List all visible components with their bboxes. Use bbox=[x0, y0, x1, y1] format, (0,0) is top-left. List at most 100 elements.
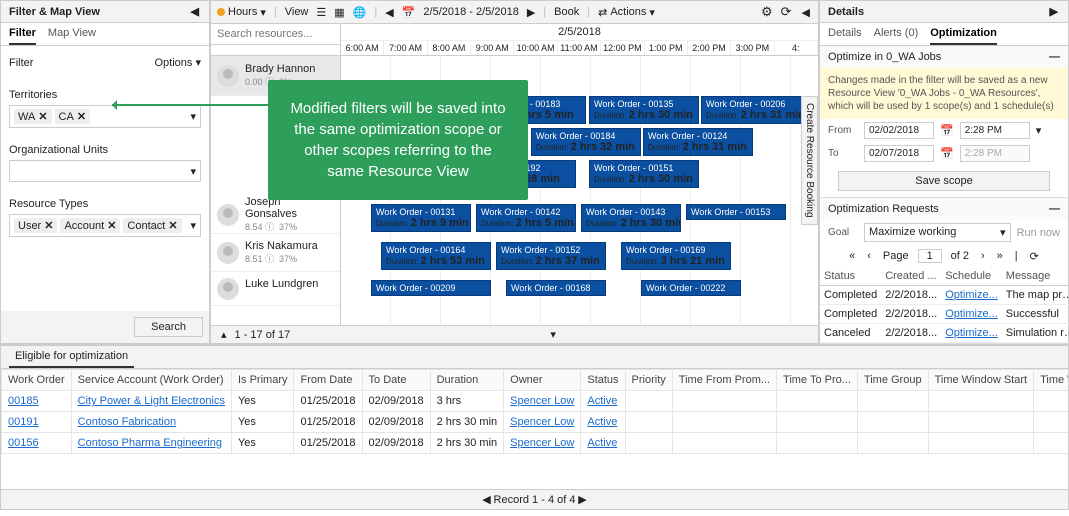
work-order-block[interactable]: Work Order - 00124Duration: 2 hrs 31 min bbox=[643, 128, 753, 156]
collapse-section-icon[interactable]: — bbox=[1049, 51, 1060, 63]
column-header[interactable]: Status bbox=[581, 370, 625, 391]
work-order-block[interactable]: Work Order - 00131Duration: 2 hrs 9 min bbox=[371, 204, 471, 232]
account-link[interactable]: Contoso Pharma Engineering bbox=[78, 437, 222, 449]
work-order-link[interactable]: 00185 bbox=[8, 395, 39, 407]
collapse-right-icon[interactable]: ▶ bbox=[1048, 5, 1060, 18]
work-order-block[interactable]: Work Order - 00184Duration: 2 hrs 32 min bbox=[531, 128, 641, 156]
work-order-block[interactable]: Work Order - 00222 bbox=[641, 280, 741, 296]
actions-dropdown[interactable]: ⇄ Actions ▾ bbox=[598, 6, 655, 19]
hours-dropdown[interactable]: Hours ▾ bbox=[217, 6, 266, 19]
status-link[interactable]: Active bbox=[587, 416, 617, 428]
tab-optimization[interactable]: Optimization bbox=[930, 23, 997, 45]
record-prev-icon[interactable]: ◀ bbox=[482, 494, 490, 506]
work-order-block[interactable]: Work Order - 00206Duration: 2 hrs 31 min bbox=[701, 96, 811, 124]
work-order-block[interactable]: Work Order - 00168 bbox=[506, 280, 606, 296]
work-order-block[interactable]: Work Order - 00153 bbox=[686, 204, 786, 220]
column-header[interactable]: Owner bbox=[504, 370, 581, 391]
owner-link[interactable]: Spencer Low bbox=[510, 395, 574, 407]
column-header[interactable]: Time From Prom... bbox=[672, 370, 776, 391]
tab-details[interactable]: Details bbox=[828, 23, 862, 45]
chevron-down-icon[interactable]: ▾ bbox=[190, 165, 196, 178]
table-row[interactable]: Completed2/2/2018...Optimize...The map p… bbox=[820, 286, 1069, 305]
create-resource-booking-panel[interactable]: Create Resource Booking bbox=[801, 96, 818, 225]
tab-map-view[interactable]: Map View bbox=[48, 23, 96, 45]
view-globe-icon[interactable]: 🌐 bbox=[353, 6, 367, 19]
to-date-input[interactable] bbox=[864, 145, 934, 162]
territories-input[interactable]: WA✕ CA✕ ▾ bbox=[9, 105, 201, 128]
tab-alerts[interactable]: Alerts (0) bbox=[874, 23, 919, 45]
page-input[interactable] bbox=[918, 249, 942, 263]
column-header[interactable]: To Date bbox=[362, 370, 430, 391]
column-header[interactable]: Time Window End bbox=[1034, 370, 1068, 391]
column-header[interactable]: Is Primary bbox=[231, 370, 294, 391]
column-header[interactable]: Created ... bbox=[881, 267, 941, 286]
save-scope-button[interactable]: Save scope bbox=[838, 171, 1050, 191]
next-date-icon[interactable]: ▶ bbox=[527, 6, 535, 19]
work-order-block[interactable]: Work Order - 00143Duration: 2 hrs 30 min bbox=[581, 204, 681, 232]
column-header[interactable]: Service Account (Work Order) bbox=[71, 370, 231, 391]
view-grid-icon[interactable]: ▦ bbox=[334, 6, 344, 19]
work-order-block[interactable]: Work Order - 00135Duration: 2 hrs 30 min bbox=[589, 96, 699, 124]
org-units-input[interactable]: ▾ bbox=[9, 160, 201, 182]
search-resources-input[interactable] bbox=[211, 24, 340, 45]
refresh-icon[interactable]: ⟳ bbox=[1027, 250, 1042, 263]
collapse-section-icon[interactable]: — bbox=[1049, 203, 1060, 215]
refresh-icon[interactable]: ⟳ bbox=[781, 4, 792, 20]
remove-tag-icon[interactable]: ✕ bbox=[44, 219, 53, 232]
work-order-block[interactable]: Work Order - 00152Duration: 2 hrs 37 min bbox=[496, 242, 606, 270]
work-order-block[interactable]: Work Order - 00209 bbox=[371, 280, 491, 296]
work-order-link[interactable]: 00156 bbox=[8, 437, 39, 449]
work-order-block[interactable]: Work Order - 00151Duration: 2 hrs 30 min bbox=[589, 160, 699, 188]
tab-filter[interactable]: Filter bbox=[9, 23, 36, 45]
chevron-up-icon[interactable]: ▴ bbox=[219, 328, 229, 341]
from-date-input[interactable] bbox=[864, 122, 934, 139]
table-row[interactable]: Completed2/2/2018...Optimize...Successfu… bbox=[820, 305, 1069, 324]
work-order-block[interactable]: Work Order - 00142Duration: 2 hrs 5 min bbox=[476, 204, 576, 232]
chevron-down-icon[interactable]: ▾ bbox=[190, 110, 196, 123]
column-header[interactable]: Duration bbox=[430, 370, 504, 391]
remove-tag-icon[interactable]: ✕ bbox=[77, 110, 86, 123]
column-header[interactable]: Message bbox=[1002, 267, 1069, 286]
remove-tag-icon[interactable]: ✕ bbox=[107, 219, 116, 232]
page-last-icon[interactable]: » bbox=[994, 250, 1006, 262]
column-header[interactable]: Schedule bbox=[941, 267, 1002, 286]
work-order-block[interactable]: Work Order - 00164Duration: 2 hrs 53 min bbox=[381, 242, 491, 270]
calendar-icon[interactable]: 📅 bbox=[402, 6, 416, 19]
table-row[interactable]: 00185City Power & Light ElectronicsYes01… bbox=[2, 391, 1069, 412]
owner-link[interactable]: Spencer Low bbox=[510, 416, 574, 428]
chevron-down-icon[interactable]: ▾ bbox=[1036, 124, 1042, 137]
work-order-link[interactable]: 00191 bbox=[8, 416, 39, 428]
resource-item[interactable]: Luke Lundgren bbox=[211, 272, 340, 306]
book-button[interactable]: Book bbox=[554, 6, 579, 18]
options-dropdown[interactable]: Options ▾ bbox=[155, 56, 202, 69]
table-row[interactable]: Canceled2/2/2018...Optimize...Simulation… bbox=[820, 324, 1069, 343]
column-header[interactable]: Work Order bbox=[2, 370, 72, 391]
collapse-middle-icon[interactable]: ◀ bbox=[800, 6, 812, 19]
gear-icon[interactable]: ⚙ bbox=[761, 4, 773, 20]
column-header[interactable]: Time Window Start bbox=[928, 370, 1034, 391]
column-header[interactable]: From Date bbox=[294, 370, 362, 391]
work-order-block[interactable]: Work Order - 00169Duration: 3 hrs 21 min bbox=[621, 242, 731, 270]
account-link[interactable]: Contoso Fabrication bbox=[78, 416, 176, 428]
page-next-icon[interactable]: › bbox=[978, 250, 988, 262]
search-button[interactable]: Search bbox=[134, 317, 203, 337]
schedule-link[interactable]: Optimize... bbox=[945, 289, 998, 301]
calendar-icon[interactable]: 📅 bbox=[940, 147, 954, 160]
record-next-icon[interactable]: ▶ bbox=[578, 494, 586, 506]
column-header[interactable]: Time Group bbox=[857, 370, 928, 391]
resource-item[interactable]: Kris Nakamura8.51 ⓘ 37% bbox=[211, 234, 340, 272]
run-now-button[interactable]: Run now bbox=[1017, 227, 1060, 239]
goal-select[interactable]: Maximize working ▾ bbox=[864, 223, 1011, 242]
owner-link[interactable]: Spencer Low bbox=[510, 437, 574, 449]
column-header[interactable]: Priority bbox=[625, 370, 672, 391]
schedule-link[interactable]: Optimize... bbox=[945, 327, 998, 339]
column-header[interactable]: Time To Pro... bbox=[777, 370, 858, 391]
collapse-left-icon[interactable]: ◀ bbox=[189, 5, 201, 18]
status-link[interactable]: Active bbox=[587, 395, 617, 407]
tab-eligible[interactable]: Eligible for optimization bbox=[9, 346, 134, 368]
view-list-icon[interactable]: ☰ bbox=[316, 6, 326, 19]
chevron-down-icon[interactable]: ▾ bbox=[548, 328, 558, 341]
remove-tag-icon[interactable]: ✕ bbox=[168, 219, 177, 232]
resource-types-input[interactable]: User✕ Account✕ Contact✕ ▾ bbox=[9, 214, 201, 237]
resource-item[interactable]: Joseph Gonsalves8.54 ⓘ 37% bbox=[211, 196, 340, 234]
